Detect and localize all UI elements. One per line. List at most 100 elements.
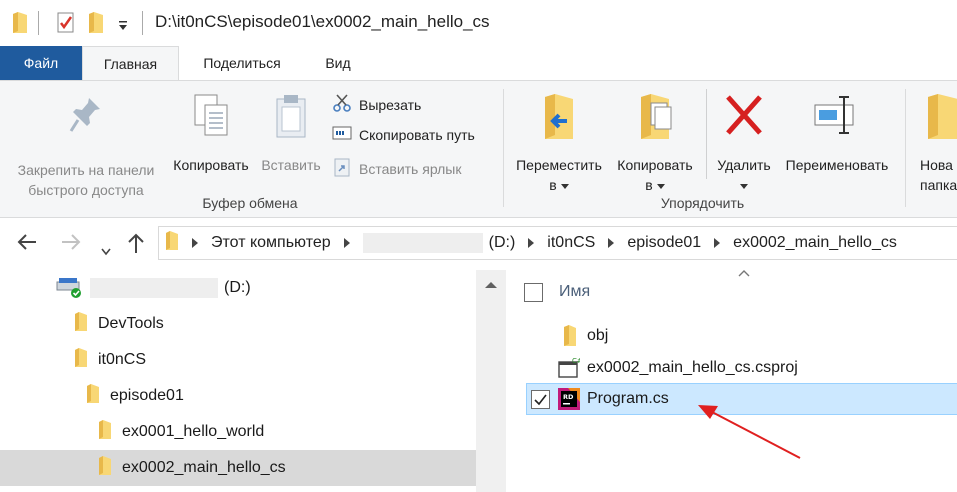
row-checkbox-checked[interactable] (531, 389, 550, 409)
move-to-label-line2: в (508, 175, 610, 195)
delete-button[interactable]: Удалить (710, 93, 778, 195)
tab-file[interactable]: Файл (0, 46, 82, 80)
rename-label: Переименовать (785, 157, 889, 173)
paste-shortcut-button[interactable]: Вставить ярлык (332, 157, 461, 180)
copy-to-button[interactable]: Копировать в (610, 93, 700, 195)
ribbon-separator (706, 89, 707, 179)
breadcrumb-chevron-icon[interactable] (343, 238, 350, 248)
tab-home[interactable]: Главная (82, 46, 179, 81)
pin-label-line1: Закрепить на панели (17, 162, 155, 178)
breadcrumb-this-pc[interactable]: Этот компьютер (211, 234, 331, 252)
file-row-program-cs[interactable]: RD Program.cs (526, 383, 957, 415)
title-separator (38, 11, 39, 35)
breadcrumb-chevron-icon[interactable] (714, 238, 721, 248)
cut-button[interactable]: Вырезать (332, 93, 421, 116)
folder-icon (558, 325, 580, 347)
redacted-drive-name (362, 233, 483, 253)
window-title: D:\it0nCS\episode01\ex0002_main_hello_cs (155, 12, 490, 31)
breadcrumb-current-folder[interactable]: ex0002_main_hello_cs (733, 234, 897, 252)
ribbon: Закрепить на панели быстрого доступа Коп… (0, 80, 957, 218)
copy-path-icon (332, 125, 352, 144)
paste-shortcut-icon (332, 157, 352, 180)
paste-button[interactable]: Вставить (256, 93, 326, 175)
select-all-checkbox[interactable] (524, 282, 543, 302)
pin-to-quick-access-button[interactable]: Закрепить на панели быстрого доступа (6, 95, 166, 200)
recent-locations-chevron-icon[interactable] (101, 238, 111, 260)
move-to-label-line1: Переместить (516, 157, 602, 173)
breadcrumb-chevron-icon[interactable] (608, 238, 615, 248)
breadcrumb-chevron-icon[interactable] (528, 238, 535, 248)
pin-icon (6, 95, 166, 139)
ribbon-tabs: Файл Главная Поделиться Вид (0, 46, 957, 81)
delete-dropdown[interactable] (710, 175, 778, 195)
pin-label-line2: быстрого доступа (28, 182, 144, 198)
paste-shortcut-label: Вставить ярлык (359, 160, 462, 177)
copy-label: Копировать (173, 157, 249, 173)
new-folder-label-line2: папка (920, 177, 957, 193)
tab-share[interactable]: Поделиться (182, 46, 302, 80)
folder-icon (98, 455, 112, 481)
copy-to-label-line1: Копировать (617, 157, 693, 173)
file-name: ex0002_main_hello_cs.csproj (587, 359, 798, 376)
file-name: obj (587, 327, 609, 344)
new-folder-label-line1: Нова (920, 157, 953, 173)
file-row-obj[interactable]: obj (524, 320, 608, 352)
properties-checkmark-icon[interactable] (56, 12, 76, 39)
move-to-button[interactable]: Переместить в (508, 93, 610, 195)
folder-icon (165, 230, 179, 256)
new-folder-icon[interactable] (88, 12, 104, 39)
tree-item-episode01[interactable]: episode01 (0, 378, 476, 414)
file-row-csproj[interactable]: C# ex0002_main_hello_cs.csproj (524, 352, 798, 384)
chevron-down-icon (740, 183, 748, 189)
tree-item-label: ex0002_main_hello_cs (122, 459, 286, 476)
title-bar: D:\it0nCS\episode01\ex0002_main_hello_cs (0, 0, 957, 46)
redacted-drive-name (90, 278, 218, 298)
tree-item-label: it0nCS (98, 351, 147, 368)
new-folder-large-icon (912, 93, 957, 143)
back-arrow-icon[interactable] (16, 232, 38, 256)
rename-button[interactable]: Переименовать (778, 93, 896, 175)
title-separator (142, 11, 143, 35)
breadcrumb-drive[interactable]: (D:) (489, 234, 516, 252)
breadcrumb-it0ncs[interactable]: it0nCS (547, 234, 595, 252)
delete-x-icon (710, 93, 778, 143)
svg-text:C#: C# (572, 357, 580, 365)
new-folder-button[interactable]: Нова папка (912, 93, 957, 195)
breadcrumb-chevron-icon[interactable] (192, 238, 198, 248)
folder-icon[interactable] (12, 12, 28, 34)
tree-item-devtools[interactable]: DevTools (0, 306, 476, 342)
column-header-name[interactable]: Имя (524, 280, 590, 304)
tree-item-ex0002-main-hello-cs[interactable]: ex0002_main_hello_cs (0, 450, 476, 486)
copy-path-button[interactable]: Скопировать путь (332, 125, 475, 144)
breadcrumb-episode01[interactable]: episode01 (627, 234, 701, 252)
tree-item-drive[interactable]: (D:) (0, 270, 476, 306)
copy-path-label: Скопировать путь (359, 126, 475, 143)
ribbon-group-separator (503, 89, 504, 207)
tree-item-label: ex0001_hello_world (122, 423, 265, 440)
drive-label: (D:) (224, 279, 251, 296)
csproj-file-icon: C# (558, 357, 583, 379)
tree-item-it0ncs[interactable]: it0nCS (0, 342, 476, 378)
copy-to-folder-icon (610, 93, 700, 143)
address-bar[interactable]: Этот компьютер (D:) it0nCS episode01 ex0… (158, 226, 957, 260)
chevron-down-icon (656, 183, 665, 189)
file-explorer-window: D:\it0nCS\episode01\ex0002_main_hello_cs… (0, 0, 957, 492)
tree-item-label: episode01 (110, 387, 184, 404)
scroll-up-arrow-icon[interactable] (485, 282, 497, 288)
chevron-down-icon (560, 183, 569, 189)
file-list: Имя obj C# ex0002_main_hello_cs.csproj R… (506, 270, 957, 492)
up-arrow-icon[interactable] (127, 232, 145, 258)
tree-item-ex0001-hello-world[interactable]: ex0001_hello_world (0, 414, 476, 450)
copy-to-label-line2: в (610, 175, 700, 195)
tab-view[interactable]: Вид (305, 46, 371, 80)
svg-text:RD: RD (563, 393, 574, 401)
forward-arrow-icon[interactable] (60, 232, 82, 256)
folder-icon (74, 347, 88, 373)
rider-file-icon: RD (558, 388, 580, 410)
folder-icon (74, 311, 88, 337)
ribbon-group-separator (905, 89, 906, 207)
copy-button[interactable]: Копировать (166, 93, 256, 175)
copy-icon (166, 93, 256, 143)
navigation-pane-scrollbar[interactable] (476, 270, 506, 492)
customize-dropdown-icon[interactable] (118, 18, 128, 36)
